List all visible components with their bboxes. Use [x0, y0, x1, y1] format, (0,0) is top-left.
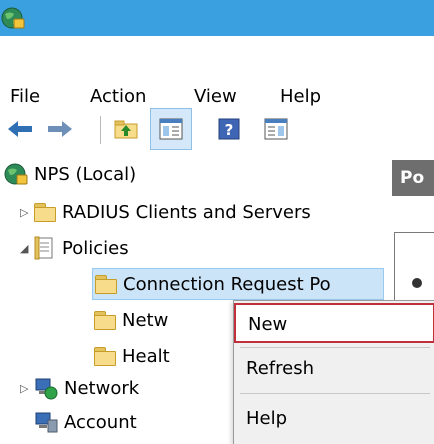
tree-item-network-access-protection[interactable]: ▷ Network: [20, 372, 140, 404]
tree-item-connection-request-policies[interactable]: Connection Request Po: [92, 268, 384, 300]
up-folder-icon: [114, 120, 138, 139]
folder-icon: [34, 203, 56, 222]
toolbar-separator: [100, 116, 101, 144]
collapse-arrow-icon[interactable]: ◢: [20, 242, 28, 255]
tree-item-label: RADIUS Clients and Servers: [62, 201, 311, 223]
toolbar: ?: [0, 108, 434, 150]
folder-icon: [94, 311, 116, 330]
network-computer-icon: [35, 378, 58, 400]
menu-file[interactable]: File: [10, 86, 40, 107]
show-hide-tree-button[interactable]: [150, 108, 192, 150]
help-icon: ?: [218, 118, 240, 140]
context-menu-refresh[interactable]: Refresh: [234, 349, 434, 389]
menu-view[interactable]: View: [194, 86, 237, 107]
svg-text:?: ?: [225, 121, 234, 139]
nps-globe-icon: [1, 7, 25, 29]
back-button[interactable]: [2, 108, 38, 150]
nps-globe-icon: [4, 163, 28, 185]
action-pane-button[interactable]: [258, 108, 294, 150]
policy-document-icon: [34, 236, 53, 260]
context-menu-help[interactable]: Help: [234, 399, 434, 439]
tree-item-accounting[interactable]: Account: [34, 406, 137, 438]
tree-item-policies[interactable]: ◢ Policies: [20, 232, 129, 264]
tree-item-label: Healt: [122, 345, 170, 367]
back-arrow-icon: [8, 121, 32, 137]
open-folder-icon: [95, 275, 117, 294]
tree-item-label: Connection Request Po: [123, 273, 331, 295]
menu-bar: File Action View Help: [0, 36, 434, 108]
accounting-computer-icon: [35, 412, 58, 433]
tree-item-nps-local[interactable]: NPS (Local): [4, 158, 136, 190]
tree-item-health-policies[interactable]: Healt: [94, 340, 170, 372]
menu-action[interactable]: Action: [90, 86, 146, 107]
menu-help[interactable]: Help: [280, 86, 321, 107]
tree-item-network-policies[interactable]: Netw: [94, 304, 168, 336]
show-hide-console-tree-icon: [159, 118, 183, 140]
tree-item-radius-clients[interactable]: ▷ RADIUS Clients and Servers: [20, 196, 311, 228]
tree-item-label: Account: [64, 411, 137, 433]
tree-item-label: Policies: [62, 237, 129, 259]
tree-item-label: Netw: [122, 309, 169, 331]
forward-arrow-icon: [48, 121, 72, 137]
bullet-icon: [412, 278, 422, 288]
context-menu-separator: [240, 393, 430, 394]
help-button[interactable]: ?: [212, 108, 246, 150]
action-pane-icon: [264, 118, 288, 140]
tree-item-label: Network: [64, 377, 140, 399]
results-pane-header: Po: [392, 160, 434, 196]
title-bar: [0, 0, 434, 36]
up-one-level-button[interactable]: [108, 108, 144, 150]
expand-arrow-icon[interactable]: ▷: [20, 206, 28, 219]
context-menu: New Refresh Help: [233, 300, 434, 444]
forward-button[interactable]: [42, 108, 78, 150]
folder-icon: [94, 347, 116, 366]
context-menu-new[interactable]: New: [234, 303, 434, 343]
tree-item-label: NPS (Local): [34, 163, 137, 185]
context-menu-separator: [240, 347, 430, 348]
expand-arrow-icon[interactable]: ▷: [20, 382, 28, 395]
